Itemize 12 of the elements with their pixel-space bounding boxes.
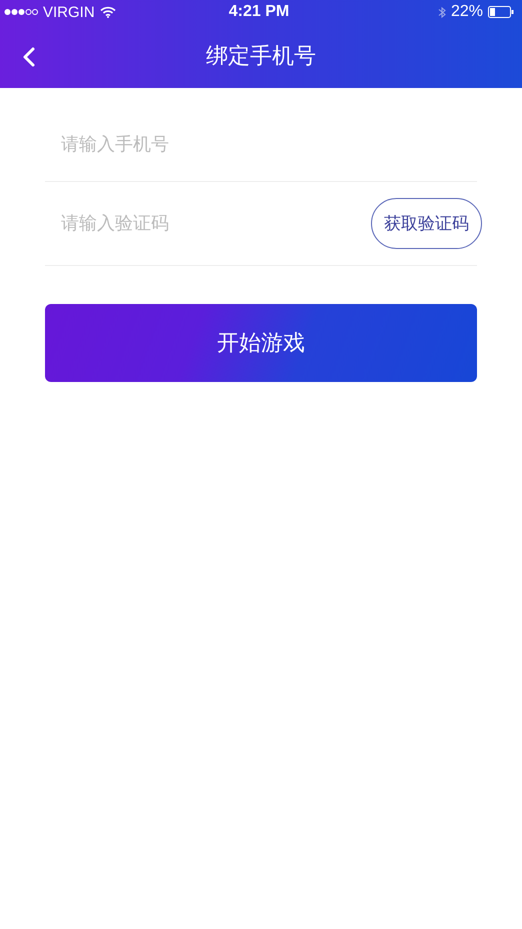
status-time: 4:21 PM bbox=[228, 3, 290, 21]
bluetooth-icon bbox=[438, 6, 446, 18]
code-input-field[interactable]: 请输入验证码 bbox=[45, 213, 305, 234]
signal-icon bbox=[4, 8, 38, 16]
battery-percent: 22% bbox=[450, 3, 483, 21]
carrier-name: VIRGIN bbox=[43, 4, 95, 20]
wifi-icon bbox=[100, 6, 116, 18]
get-code-button[interactable]: 获取验证码 bbox=[371, 198, 482, 249]
phone-input-field[interactable]: 请输入手机号 bbox=[45, 134, 305, 155]
page-title: 绑定手机号 bbox=[206, 43, 316, 71]
start-game-button[interactable]: 开始游戏 bbox=[45, 304, 477, 382]
battery-icon bbox=[488, 6, 514, 18]
